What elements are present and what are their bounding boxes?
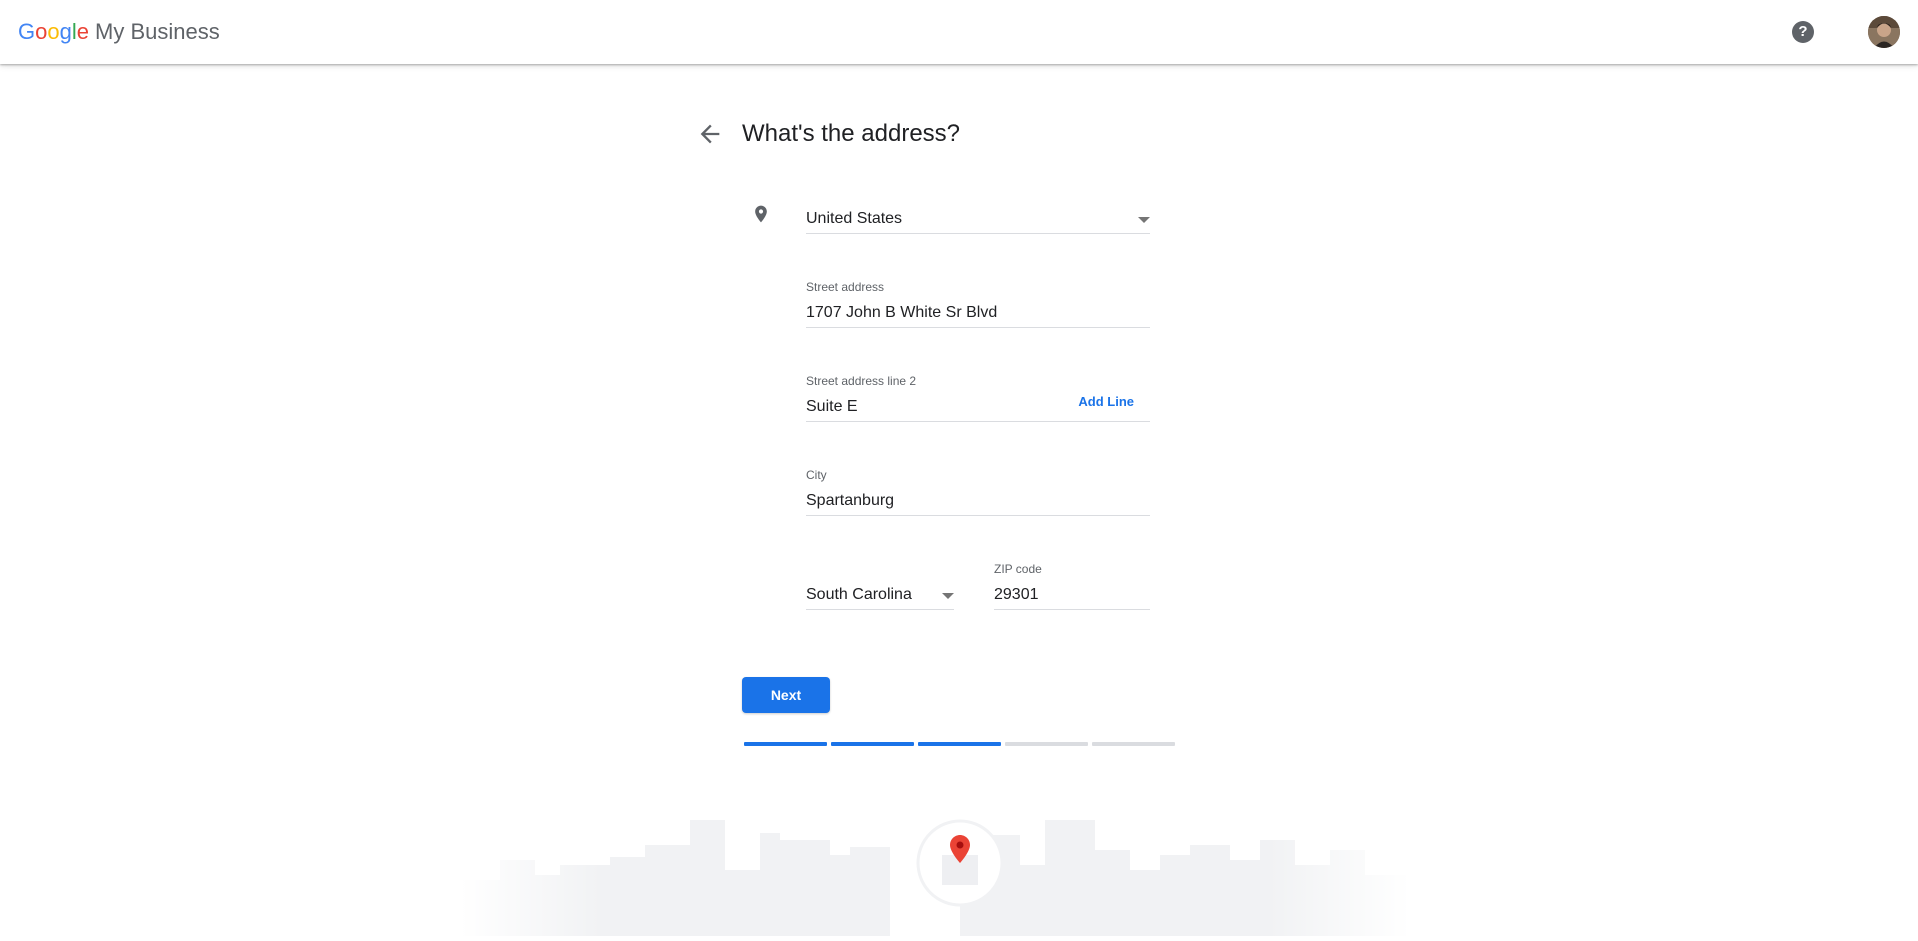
state-value: South Carolina [806, 586, 912, 603]
street-address-value: 1707 John B White Sr Blvd [806, 304, 998, 321]
chevron-down-icon [942, 593, 954, 599]
chevron-down-icon [1138, 217, 1150, 223]
add-line-button[interactable]: Add Line [1078, 394, 1134, 409]
help-icon[interactable]: ? [1792, 21, 1814, 43]
product-name: My Business [95, 19, 220, 44]
zip-code-field[interactable]: ZIP code 29301 [994, 562, 1150, 610]
street-address-label: Street address [806, 280, 885, 294]
map-pin-icon [938, 835, 982, 889]
zip-code-label: ZIP code [994, 562, 1042, 576]
next-button[interactable]: Next [742, 677, 830, 713]
progress-segment [744, 742, 827, 746]
page-title: What's the address? [742, 120, 961, 147]
city-skyline-illustration [460, 805, 1410, 936]
account-avatar[interactable] [1868, 16, 1900, 48]
zip-code-value: 29301 [994, 586, 1039, 603]
street-address-line2-value: Suite E [806, 398, 858, 415]
country-value: United States [806, 210, 903, 227]
city-field[interactable]: City Spartanburg [806, 468, 1150, 516]
progress-segment [918, 742, 1001, 746]
location-pin-icon [751, 202, 771, 226]
progress-segment [831, 742, 914, 746]
progress-segment [1092, 742, 1175, 746]
app-header: Google My Business ? [0, 0, 1918, 64]
street-address-field[interactable]: Street address 1707 John B White Sr Blvd [806, 280, 1150, 328]
step-progress [744, 742, 1175, 746]
city-value: Spartanburg [806, 492, 895, 509]
city-label: City [806, 468, 827, 482]
progress-segment [1005, 742, 1088, 746]
street-address-line2-label: Street address line 2 [806, 374, 917, 388]
google-my-business-logo[interactable]: Google My Business [18, 19, 220, 45]
country-select[interactable]: United States [806, 198, 1150, 234]
arrow-back-icon[interactable] [696, 120, 724, 148]
state-select[interactable]: South Carolina [806, 574, 954, 610]
street-address-line2-field[interactable]: Street address line 2 Suite E Add Line [806, 374, 1150, 422]
